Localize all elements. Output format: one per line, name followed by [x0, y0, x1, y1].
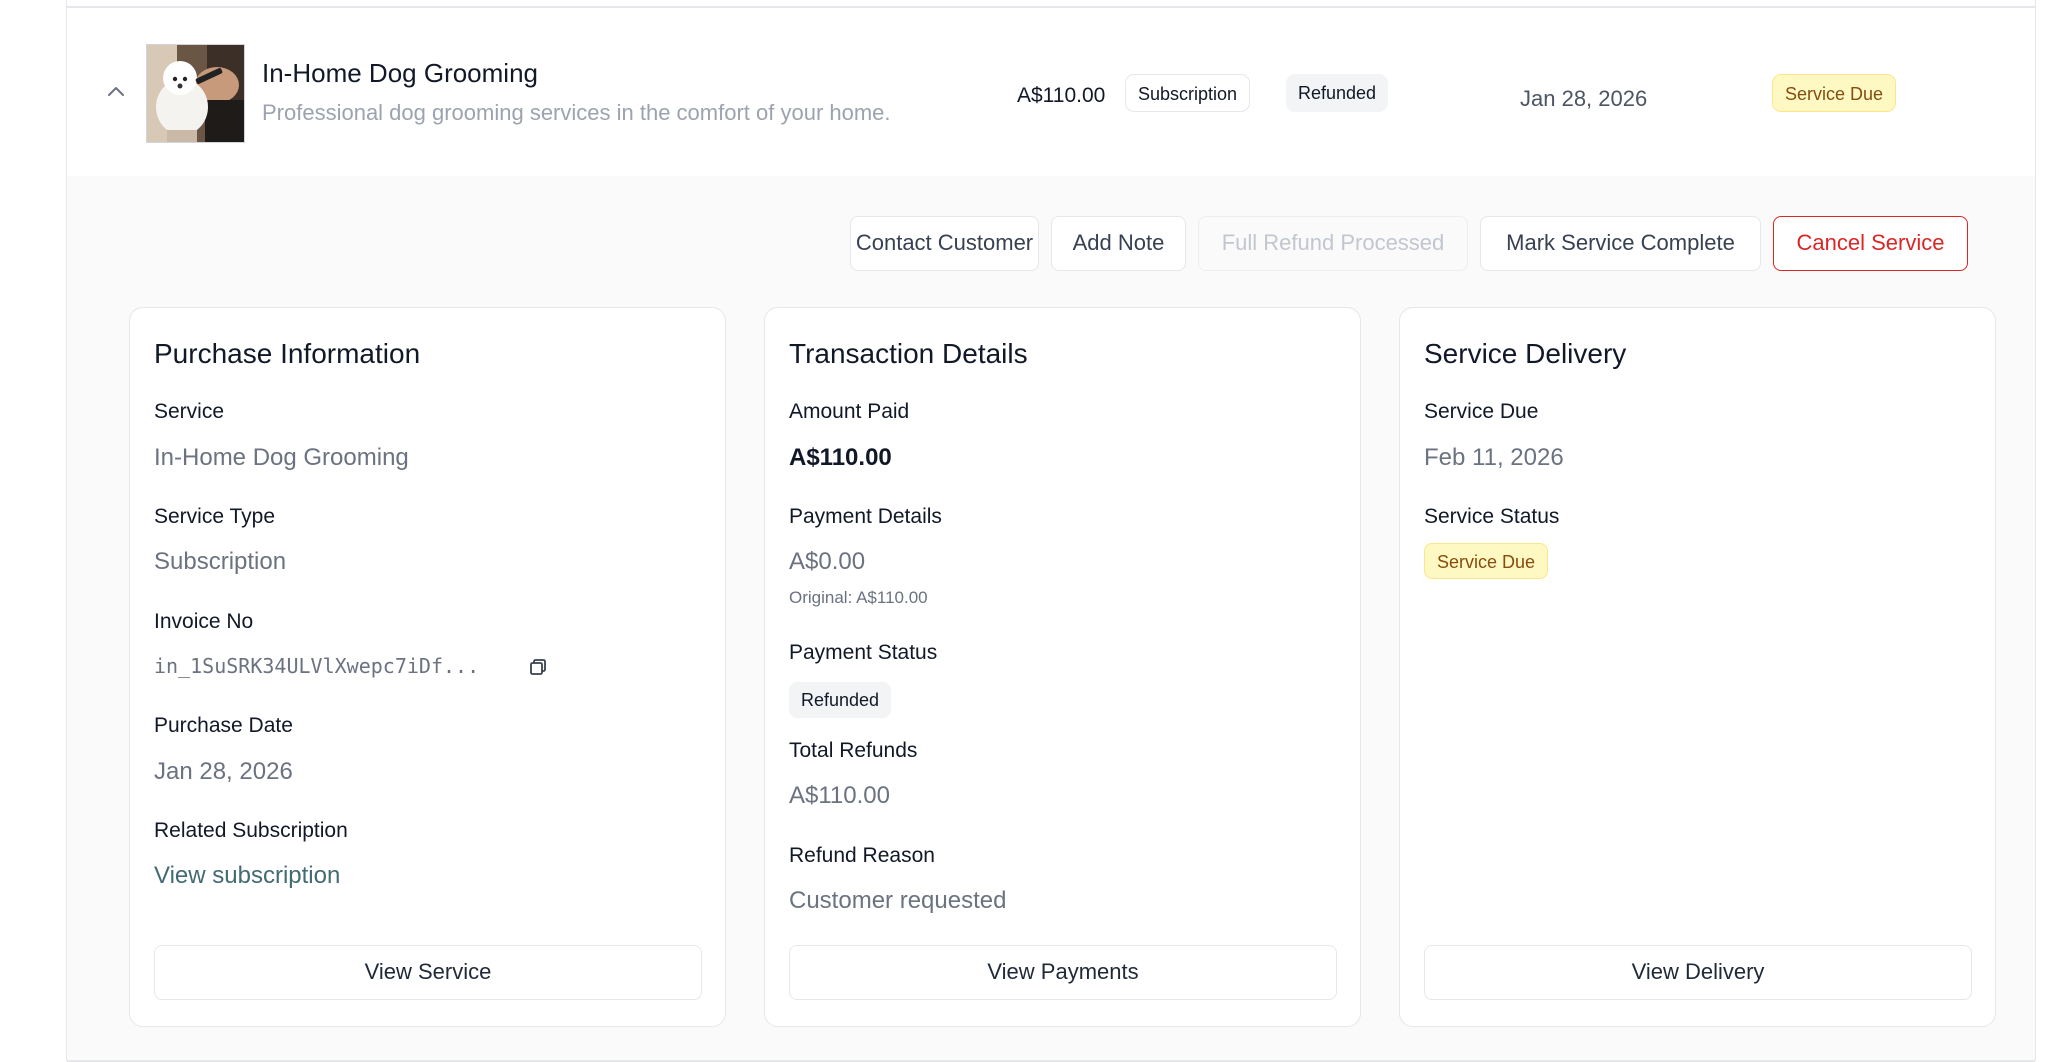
service-row[interactable]: In-Home Dog Grooming Professional dog gr…: [67, 8, 2035, 176]
service-type-badge: Subscription: [1125, 74, 1251, 112]
purchase-date-label: Purchase Date: [154, 714, 293, 737]
refund-reason-label: Refund Reason: [789, 844, 935, 867]
refund-reason-value: Customer requested: [789, 887, 1007, 914]
service-value: In-Home Dog Grooming: [154, 444, 409, 471]
cancel-service-button[interactable]: Cancel Service: [1773, 216, 1968, 271]
amount-paid-value: A$110.00: [789, 444, 892, 471]
service-panel: In-Home Dog Grooming Professional dog gr…: [66, 0, 2036, 1062]
amount-paid-label: Amount Paid: [789, 400, 910, 423]
view-subscription-link[interactable]: View subscription: [154, 862, 340, 890]
invoice-value: in_1SuSRK34ULVlXwepc7iDf...: [154, 654, 480, 678]
divider: [67, 1060, 2035, 1062]
copy-icon[interactable]: [529, 658, 547, 676]
service-label: Service: [154, 400, 225, 423]
card-title: Purchase Information: [154, 338, 421, 369]
purchase-information-card: Purchase Information Service In-Home Dog…: [129, 307, 726, 1027]
view-delivery-button[interactable]: View Delivery: [1424, 945, 1972, 1000]
chevron-up-icon[interactable]: [103, 82, 129, 102]
service-type-label: Service Type: [154, 505, 276, 528]
purchase-date: Jan 28, 2026: [1520, 86, 1648, 111]
card-title: Transaction Details: [789, 338, 1028, 369]
service-due-label: Service Due: [1424, 400, 1539, 423]
service-description: Professional dog grooming services in th…: [262, 100, 891, 125]
payment-status-badge: Refunded: [789, 682, 892, 718]
card-title: Service Delivery: [1424, 338, 1627, 369]
service-price: A$110.00: [1017, 84, 1106, 107]
view-payments-button[interactable]: View Payments: [789, 945, 1337, 1000]
transaction-details-card: Transaction Details Amount Paid A$110.00…: [764, 307, 1361, 1027]
service-status-label: Service Status: [1424, 505, 1560, 528]
service-status-badge: Service Due: [1424, 543, 1549, 579]
payment-details-label: Payment Details: [789, 505, 942, 528]
payment-details-value: A$0.00: [789, 548, 866, 575]
payment-status-badge: Refunded: [1286, 74, 1389, 112]
service-status-badge: Service Due: [1772, 74, 1897, 112]
service-details: Contact Customer Add Note Full Refund Pr…: [67, 176, 2035, 1060]
add-note-button[interactable]: Add Note: [1051, 216, 1186, 271]
service-due-value: Feb 11, 2026: [1424, 444, 1564, 471]
related-subscription-label: Related Subscription: [154, 819, 348, 842]
payment-status-label: Payment Status: [789, 641, 938, 664]
service-thumbnail: [146, 44, 245, 143]
view-service-button[interactable]: View Service: [154, 945, 702, 1000]
payment-original-amount: Original: A$110.00: [789, 588, 928, 607]
service-title: In-Home Dog Grooming: [262, 58, 538, 88]
invoice-label: Invoice No: [154, 610, 254, 633]
contact-customer-button[interactable]: Contact Customer: [850, 216, 1039, 271]
purchase-date-value: Jan 28, 2026: [154, 758, 293, 785]
total-refunds-label: Total Refunds: [789, 739, 918, 762]
mark-service-complete-button[interactable]: Mark Service Complete: [1480, 216, 1761, 271]
full-refund-processed-button[interactable]: Full Refund Processed: [1198, 216, 1468, 271]
service-type-value: Subscription: [154, 548, 287, 575]
service-delivery-card: Service Delivery Service Due Feb 11, 202…: [1399, 307, 1996, 1027]
total-refunds-value: A$110.00: [789, 782, 890, 809]
